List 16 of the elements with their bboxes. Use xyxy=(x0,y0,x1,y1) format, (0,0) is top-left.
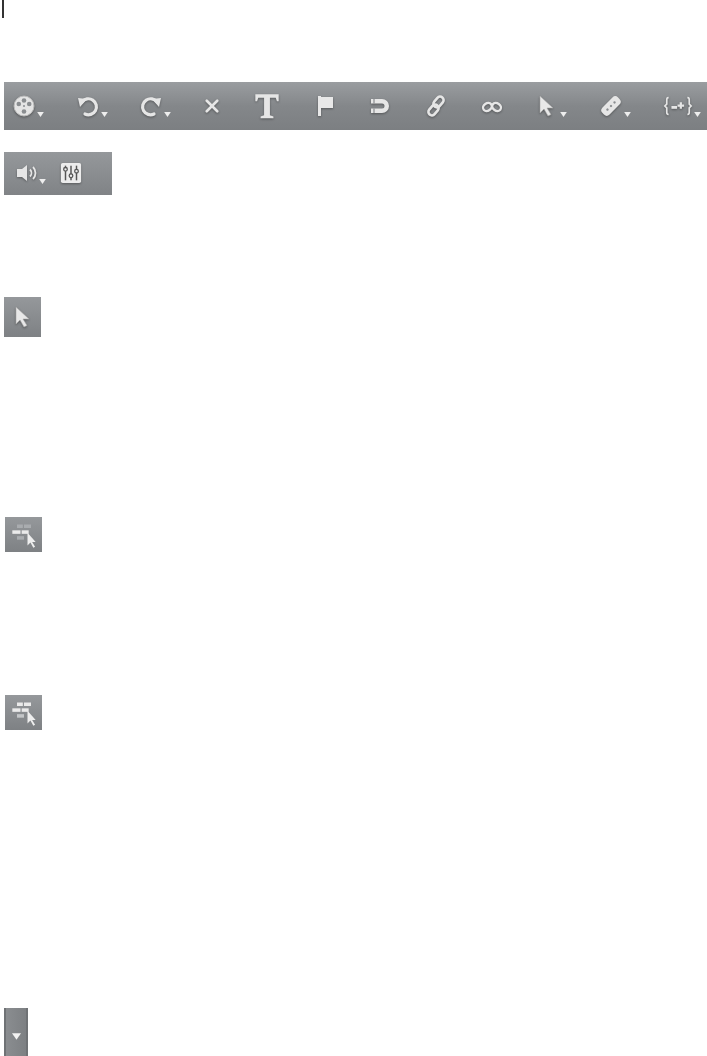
caret-icon xyxy=(693,111,701,117)
caret-icon xyxy=(164,111,172,117)
dropdown-arrow-icon xyxy=(11,1033,21,1040)
snap-button[interactable] xyxy=(5,517,42,553)
film-reel-icon xyxy=(12,93,36,118)
caret-icon xyxy=(37,111,44,117)
text-tool-icon xyxy=(252,91,281,120)
snap-button[interactable] xyxy=(5,695,42,731)
pointer-tool-button[interactable] xyxy=(4,296,41,338)
mixer-icon xyxy=(60,162,82,185)
dropdown-button[interactable] xyxy=(4,1008,28,1056)
caret-icon xyxy=(624,111,632,117)
caret-icon xyxy=(39,179,46,185)
close-icon xyxy=(203,96,222,115)
caret-icon xyxy=(560,111,568,117)
caret-icon xyxy=(100,111,108,117)
